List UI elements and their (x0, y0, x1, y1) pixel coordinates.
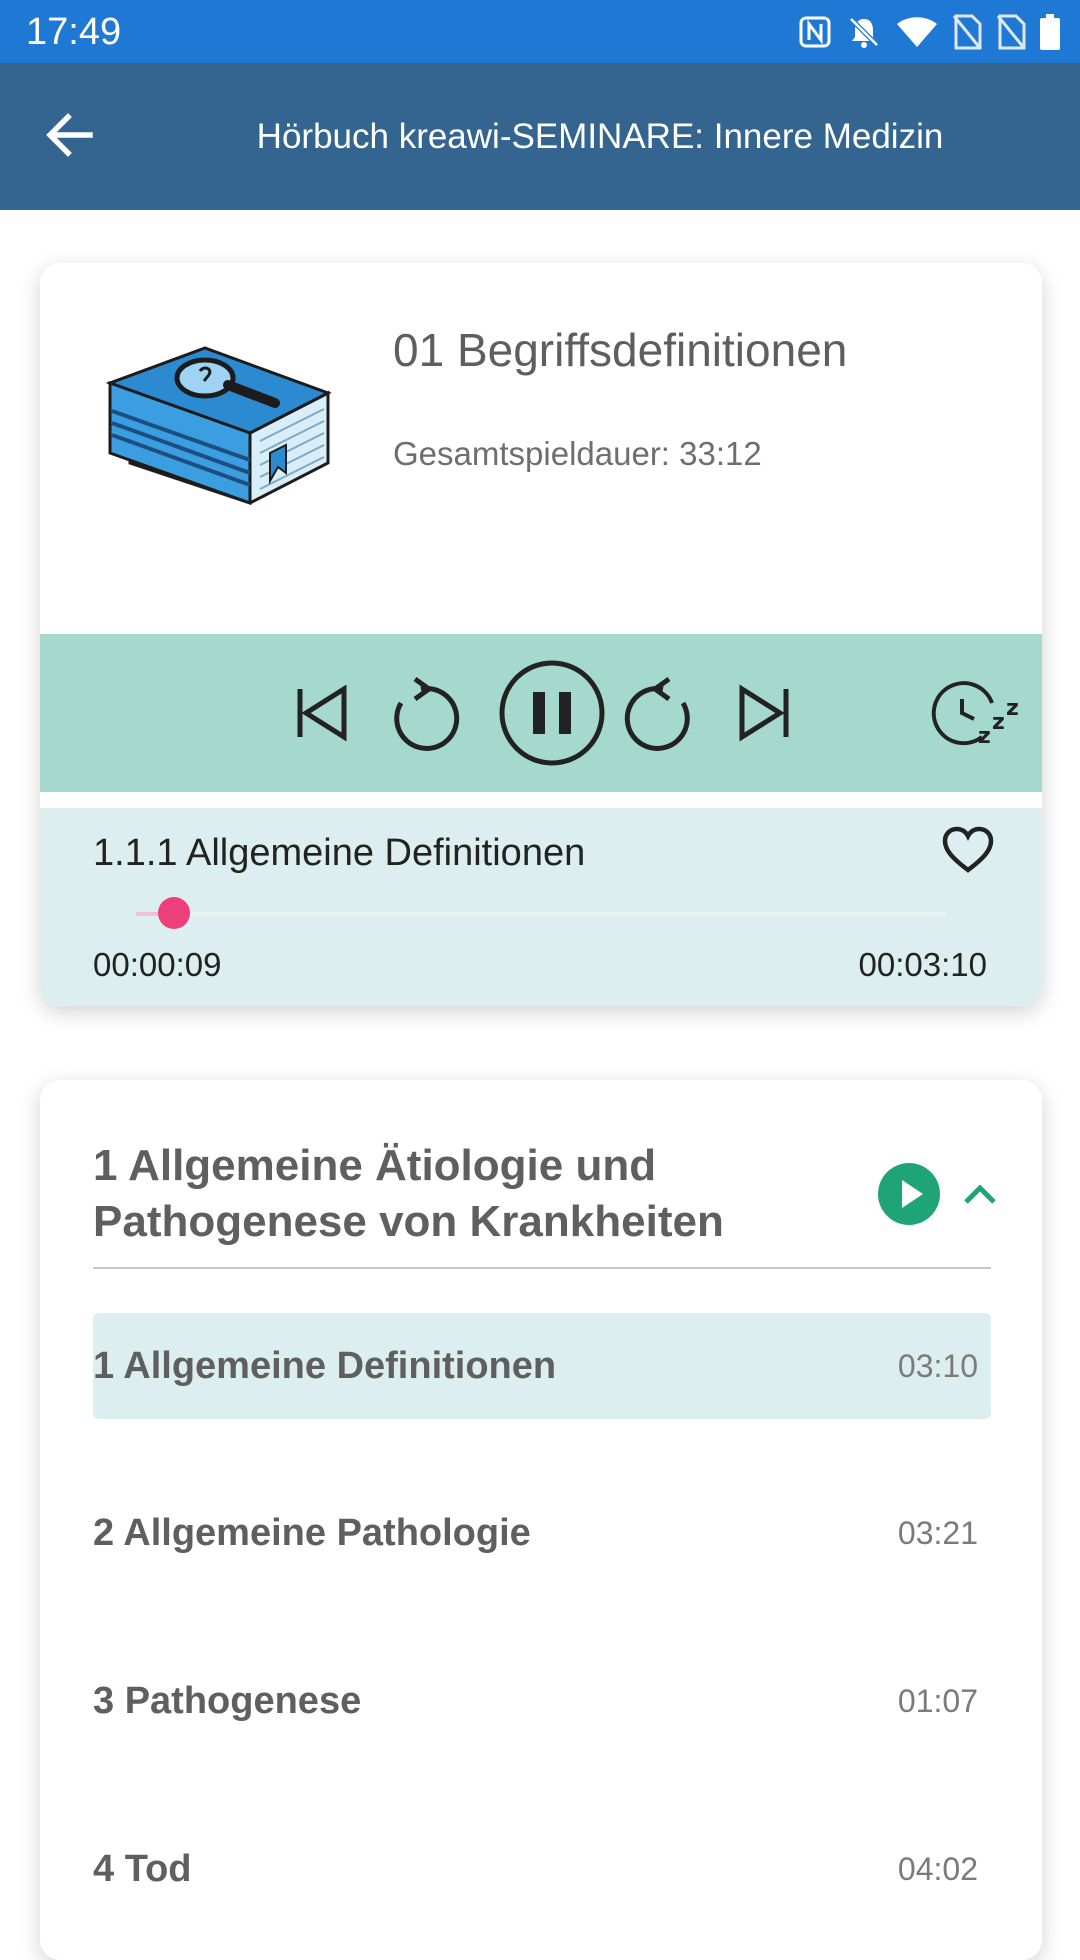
heart-outline-icon (942, 826, 994, 873)
track-row-duration: 03:10 (897, 1348, 978, 1384)
track-row-title: 2 Allgemeine Pathologie (93, 1512, 531, 1554)
bell-off-icon (846, 14, 882, 50)
current-chapter-panel: 1.1.1 Allgemeine Definitionen 00:00:09 0… (40, 808, 1042, 1006)
progress-slider[interactable] (136, 897, 946, 929)
svg-text:z: z (978, 724, 991, 749)
chevron-up-icon (964, 1184, 996, 1204)
svg-text:z: z (1006, 696, 1019, 721)
track-list-card: 1 Allgemeine Ätiologie und Pathogenese v… (40, 1080, 1042, 1960)
wifi-icon (896, 15, 938, 49)
play-circle-icon (878, 1163, 940, 1225)
no-sim-icon (952, 14, 982, 50)
current-time: 00:00:09 (93, 946, 222, 983)
track-row-duration: 03:21 (897, 1515, 978, 1551)
track-row-title: 3 Pathogenese (93, 1680, 362, 1722)
section-title: 1 Allgemeine Ätiologie und Pathogenese v… (93, 1141, 724, 1246)
track-row[interactable]: 1 Allgemeine Definitionen 03:10 (93, 1313, 991, 1419)
skip-previous-button[interactable] (272, 663, 372, 763)
total-duration: Gesamtspieldauer: 33:12 (393, 435, 762, 472)
sleep-timer-button[interactable]: z z z (920, 663, 1020, 763)
replay-icon (394, 676, 460, 751)
player-controls: z z z (40, 634, 1042, 792)
section-divider (93, 1267, 991, 1269)
pause-icon (499, 660, 605, 766)
svg-text:z: z (992, 710, 1005, 735)
book-magnifier-icon (100, 323, 340, 513)
total-time: 00:03:10 (858, 946, 987, 983)
skip-next-icon (739, 684, 789, 742)
track-row[interactable]: 3 Pathogenese 01:07 (93, 1648, 991, 1754)
track-row[interactable]: 2 Allgemeine Pathologie 03:21 (93, 1480, 991, 1586)
status-time: 17:49 (26, 11, 122, 53)
sleep-timer-icon: z z z (931, 681, 1019, 749)
replay-button[interactable] (371, 663, 471, 763)
section-play-button[interactable] (878, 1163, 940, 1225)
track-row-title: 4 Tod (93, 1848, 192, 1890)
track-row[interactable]: 4 Tod 04:02 (93, 1816, 991, 1922)
battery-icon (1040, 14, 1060, 50)
forward-icon (624, 676, 690, 751)
app-bar: Hörbuch kreawi-SEMINARE: Innere Medizin (0, 63, 1080, 210)
skip-previous-icon (297, 684, 347, 742)
favorite-button[interactable] (942, 826, 994, 874)
player-card: 01 Begriffsdefinitionen Gesamtspieldauer… (40, 263, 1042, 1006)
track-row-duration: 01:07 (897, 1683, 978, 1719)
progress-thumb[interactable] (158, 897, 191, 929)
track-row-duration: 04:02 (897, 1851, 978, 1887)
current-chapter-title: 1.1.1 Allgemeine Definitionen (93, 832, 586, 874)
nfc-icon (798, 15, 832, 49)
app-title: Hörbuch kreawi-SEMINARE: Innere Medizin (256, 117, 944, 156)
status-bar: 17:49 (0, 0, 1080, 63)
status-icons (798, 12, 1060, 52)
skip-next-button[interactable] (704, 663, 804, 763)
forward-button[interactable] (613, 663, 713, 763)
arrow-left-icon (46, 113, 93, 157)
pause-button[interactable] (487, 648, 617, 778)
no-sim-icon (996, 14, 1026, 50)
track-title: 01 Begriffsdefinitionen (393, 324, 848, 376)
track-row-title: 1 Allgemeine Definitionen (93, 1345, 557, 1387)
back-button[interactable] (40, 105, 100, 165)
section-collapse-button[interactable] (960, 1174, 1000, 1214)
